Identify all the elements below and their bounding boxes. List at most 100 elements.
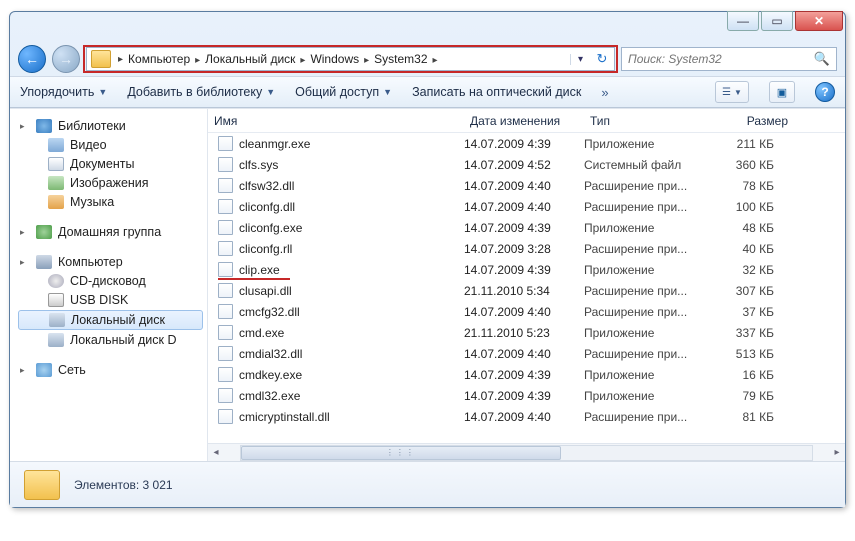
search-box[interactable]: 🔍 — [621, 47, 837, 71]
chevron-right-icon[interactable]: ▸ — [430, 55, 441, 66]
chevron-right-icon[interactable]: ▸ — [115, 54, 126, 65]
file-date: 14.07.2009 4:39 — [464, 368, 584, 382]
organize-menu[interactable]: Упорядочить▼ — [20, 85, 107, 99]
sidebar-item-label: Локальный диск D — [70, 333, 177, 347]
horizontal-scrollbar[interactable]: ◂ ⋮⋮⋮ ▸ — [208, 443, 845, 461]
breadcrumb-segment[interactable]: Локальный диск — [203, 52, 297, 66]
file-size: 513 КБ — [706, 347, 794, 361]
breadcrumb-segment[interactable]: Компьютер — [126, 52, 192, 66]
sidebar-drive-item[interactable]: Локальный диск D — [18, 331, 203, 349]
chevron-right-icon[interactable]: ▸ — [192, 55, 203, 66]
sidebar-drive-item[interactable]: Локальный диск — [18, 310, 203, 330]
file-icon — [218, 283, 233, 298]
refresh-button[interactable]: ↻ — [590, 51, 614, 67]
folder-icon — [24, 470, 60, 500]
file-date: 14.07.2009 4:39 — [464, 221, 584, 235]
file-row[interactable]: clip.exe14.07.2009 4:39Приложение32 КБ — [208, 259, 845, 280]
file-size: 100 КБ — [706, 200, 794, 214]
sidebar-drive-item[interactable]: CD-дисковод — [18, 272, 203, 290]
file-row[interactable]: cmdial32.dll14.07.2009 4:40Расширение пр… — [208, 343, 845, 364]
file-date: 14.07.2009 4:39 — [464, 263, 584, 277]
file-size: 37 КБ — [706, 305, 794, 319]
file-size: 337 КБ — [706, 326, 794, 340]
file-row[interactable]: cliconfg.exe14.07.2009 4:39Приложение48 … — [208, 217, 845, 238]
col-size[interactable]: Размер — [706, 114, 794, 128]
file-row[interactable]: clfsw32.dll14.07.2009 4:40Расширение при… — [208, 175, 845, 196]
add-to-library-menu[interactable]: Добавить в библиотеку▼ — [127, 85, 275, 99]
libraries-node[interactable]: ▸Библиотеки — [18, 117, 203, 135]
homegroup-node[interactable]: ▸Домашняя группа — [18, 223, 203, 241]
breadcrumb-segment[interactable]: Windows — [308, 52, 361, 66]
file-type: Приложение — [584, 368, 706, 382]
file-list-pane: Имя Дата изменения Тип Размер cleanmgr.e… — [208, 109, 845, 461]
chevron-right-icon[interactable]: ▸ — [361, 55, 372, 66]
sidebar-drive-item[interactable]: USB DISK — [18, 291, 203, 309]
close-button[interactable]: ✕ — [795, 11, 843, 31]
file-icon — [218, 388, 233, 403]
maximize-button[interactable]: ▭ — [761, 11, 793, 31]
file-row[interactable]: cmcfg32.dll14.07.2009 4:40Расширение при… — [208, 301, 845, 322]
file-name: cliconfg.dll — [239, 200, 295, 214]
network-node[interactable]: ▸Сеть — [18, 361, 203, 379]
file-size: 79 КБ — [706, 389, 794, 403]
file-name: cliconfg.rll — [239, 242, 292, 256]
file-row[interactable]: clusapi.dll21.11.2010 5:34Расширение при… — [208, 280, 845, 301]
col-date[interactable]: Дата изменения — [464, 114, 584, 128]
file-row[interactable]: cliconfg.rll14.07.2009 3:28Расширение пр… — [208, 238, 845, 259]
file-row[interactable]: cmd.exe21.11.2010 5:23Приложение337 КБ — [208, 322, 845, 343]
file-row[interactable]: clfs.sys14.07.2009 4:52Системный файл360… — [208, 154, 845, 175]
address-bar[interactable]: ▸ Компьютер▸Локальный диск▸Windows▸Syste… — [86, 47, 615, 71]
sidebar-item[interactable]: Изображения — [18, 174, 203, 192]
chevron-right-icon[interactable]: ▸ — [297, 55, 308, 66]
sidebar-item[interactable]: Музыка — [18, 193, 203, 211]
file-size: 40 КБ — [706, 242, 794, 256]
overflow-chevron[interactable]: » — [601, 85, 608, 100]
file-type: Расширение при... — [584, 200, 706, 214]
file-row[interactable]: cmdl32.exe14.07.2009 4:39Приложение79 КБ — [208, 385, 845, 406]
back-button[interactable]: ← — [18, 45, 46, 73]
file-date: 14.07.2009 4:40 — [464, 410, 584, 424]
scroll-right-arrow[interactable]: ▸ — [829, 447, 845, 458]
file-row[interactable]: cmicryptinstall.dll14.07.2009 4:40Расшир… — [208, 406, 845, 427]
file-size: 32 КБ — [706, 263, 794, 277]
file-type: Приложение — [584, 326, 706, 340]
search-input[interactable] — [628, 52, 814, 66]
view-mode-button[interactable]: ☰ ▼ — [715, 81, 749, 103]
minimize-button[interactable]: — — [727, 11, 759, 31]
file-date: 21.11.2010 5:23 — [464, 326, 584, 340]
file-name: cmdkey.exe — [239, 368, 302, 382]
file-date: 14.07.2009 4:52 — [464, 158, 584, 172]
computer-node[interactable]: ▸Компьютер — [18, 253, 203, 271]
file-name: cmcfg32.dll — [239, 305, 300, 319]
file-size: 48 КБ — [706, 221, 794, 235]
search-icon[interactable]: 🔍 — [814, 51, 830, 67]
file-name: clip.exe — [239, 263, 280, 277]
homegroup-icon — [36, 225, 52, 239]
file-name: clfsw32.dll — [239, 179, 294, 193]
address-dropdown[interactable]: ▾ — [570, 54, 590, 65]
sidebar-item[interactable]: Документы — [18, 155, 203, 173]
burn-button[interactable]: Записать на оптический диск — [412, 85, 581, 99]
breadcrumb-segment[interactable]: System32 — [372, 52, 429, 66]
file-type: Приложение — [584, 389, 706, 403]
file-name: clusapi.dll — [239, 284, 292, 298]
file-row[interactable]: cliconfg.dll14.07.2009 4:40Расширение пр… — [208, 196, 845, 217]
sidebar-item-label: Локальный диск — [71, 313, 165, 327]
file-type: Расширение при... — [584, 179, 706, 193]
file-name: cliconfg.exe — [239, 221, 302, 235]
share-menu[interactable]: Общий доступ▼ — [295, 85, 392, 99]
forward-button[interactable]: → — [52, 45, 80, 73]
help-button[interactable]: ? — [815, 82, 835, 102]
sidebar-item[interactable]: Видео — [18, 136, 203, 154]
file-date: 21.11.2010 5:34 — [464, 284, 584, 298]
file-size: 360 КБ — [706, 158, 794, 172]
file-type: Системный файл — [584, 158, 706, 172]
preview-pane-button[interactable]: ▣ — [769, 81, 795, 103]
item-count: 3 021 — [143, 478, 173, 492]
scroll-thumb[interactable]: ⋮⋮⋮ — [241, 446, 561, 460]
scroll-left-arrow[interactable]: ◂ — [208, 447, 224, 458]
file-row[interactable]: cleanmgr.exe14.07.2009 4:39Приложение211… — [208, 133, 845, 154]
col-name[interactable]: Имя — [208, 114, 464, 128]
file-row[interactable]: cmdkey.exe14.07.2009 4:39Приложение16 КБ — [208, 364, 845, 385]
col-type[interactable]: Тип — [584, 114, 706, 128]
